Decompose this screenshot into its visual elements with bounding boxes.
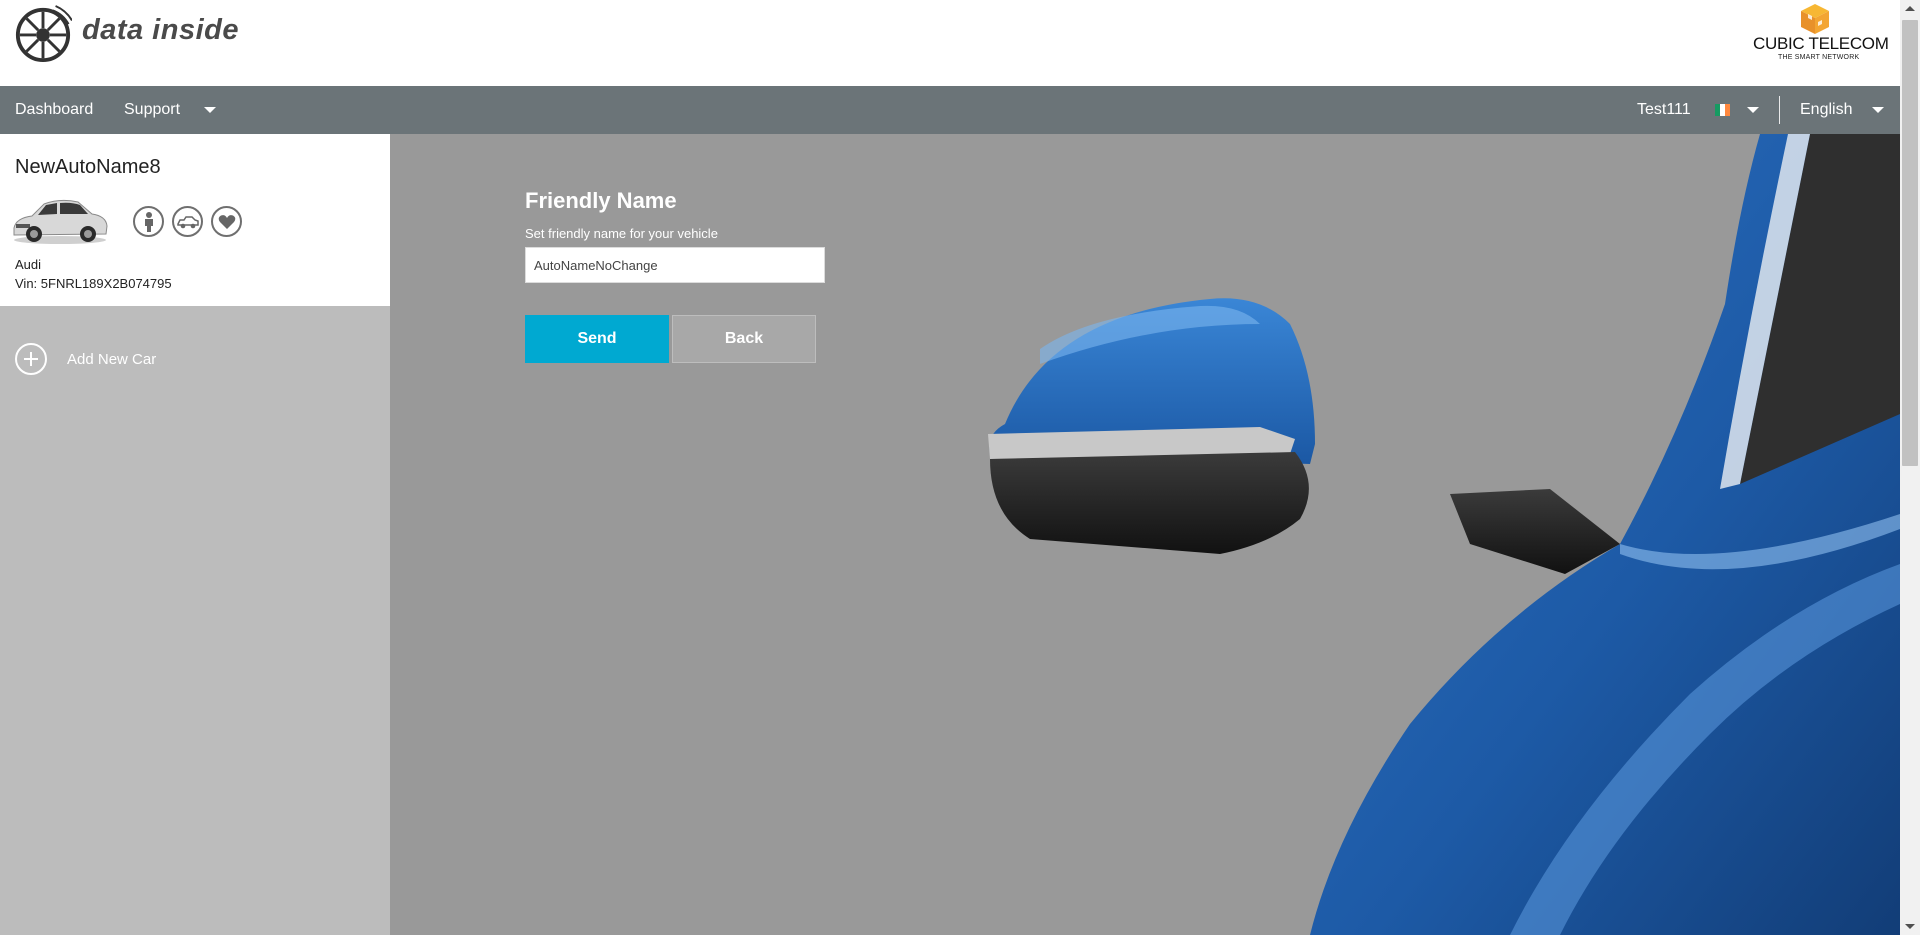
main-content: Friendly Name Set friendly name for your… [390,134,1900,935]
logo-text[interactable]: data inside [82,14,239,47]
nav-user[interactable]: Test111 [1637,86,1691,134]
vehicle-vin: Vin: 5FNRL189X2B074795 [15,276,172,291]
driver-icon [144,211,153,232]
sidebar: NewAutoName8 Audi Vin: 5FNRL189X2B074795… [0,134,407,935]
back-button[interactable]: Back [672,315,816,363]
scroll-down-arrow-icon[interactable] [1905,924,1915,929]
scroll-thumb[interactable] [1902,20,1918,466]
send-button[interactable]: Send [525,315,669,363]
partner-tagline: THE SMART NETWORK [1778,54,1860,61]
cubic-telecom-cube-icon [1801,4,1829,34]
car-thumbnail-icon [13,199,108,244]
nav-divider [1779,96,1780,124]
add-new-car-label: Add New Car [67,350,157,368]
vehicle-name: NewAutoName8 [15,156,161,178]
language-chevron-down-icon[interactable] [1872,107,1884,113]
nav-support[interactable]: Support [124,86,180,134]
partner-name: CUBIC TELECOM [1753,34,1889,53]
nav-dashboard[interactable]: Dashboard [15,86,93,134]
car-icon [176,215,199,228]
friendly-name-title: Friendly Name [525,188,677,213]
navbar: Dashboard Support Test111 English [0,86,1900,134]
favorite-button[interactable] [211,206,242,237]
scroll-up-arrow-icon[interactable] [1905,6,1915,11]
ireland-flag-icon [1715,104,1730,116]
header: data inside CUBIC TELECOM THE SMART NETW… [0,0,1900,86]
wheel-logo-icon[interactable] [14,5,72,63]
heart-icon [218,214,235,229]
nav-language[interactable]: English [1800,86,1852,134]
vehicle-make: Audi [15,257,42,272]
user-chevron-down-icon[interactable] [1747,107,1759,113]
vehicle-card[interactable]: NewAutoName8 Audi Vin: 5FNRL189X2B074795 [0,134,390,306]
add-new-car-button[interactable]: Add New Car [15,342,156,376]
car-button[interactable] [172,206,203,237]
page-scrollbar[interactable] [1900,0,1920,935]
support-chevron-down-icon[interactable] [204,107,216,113]
friendly-name-label: Set friendly name for your vehicle [525,226,718,241]
driver-button[interactable] [133,206,164,237]
friendly-name-input[interactable] [525,247,825,283]
plus-circle-icon [15,343,47,375]
